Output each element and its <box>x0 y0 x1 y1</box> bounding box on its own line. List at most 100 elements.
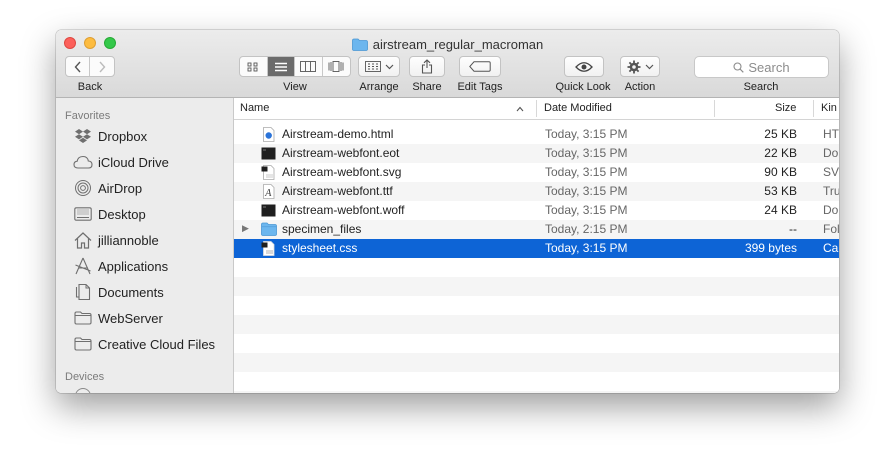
sidebar-item-webserver[interactable]: WebServer <box>73 307 163 329</box>
svg-file-icon <box>261 165 276 180</box>
window-title: airstream_regular_macroman <box>56 37 839 54</box>
sidebar-item-documents[interactable]: Documents <box>73 281 164 303</box>
sidebar-item-label: Desktop <box>98 206 146 222</box>
table-row[interactable]: A Airstream-webfont.ttf Today, 3:15 PM 5… <box>234 182 839 201</box>
table-row[interactable]: Airstream-webfont.svg Today, 3:15 PM 90 … <box>234 163 839 182</box>
airdrop-icon <box>73 179 93 197</box>
file-kind: Ca <box>823 241 839 255</box>
table-row[interactable]: Airstream-demo.html Today, 3:15 PM 25 KB… <box>234 125 839 144</box>
file-name: Airstream-webfont.ttf <box>282 184 393 198</box>
arrange-label: Arrange <box>359 81 399 93</box>
sidebar-item-label: iCloud Drive <box>98 154 169 170</box>
sidebar-item-label: Applications <box>98 258 169 274</box>
cover-flow-icon <box>328 61 344 72</box>
file-name: Airstream-webfont.eot <box>282 146 400 160</box>
table-row[interactable]: ▶ specimen_files Today, 2:15 PM -- Fol <box>234 220 839 239</box>
share-label: Share <box>412 81 442 93</box>
file-kind: SV <box>823 165 839 179</box>
chevron-right-icon <box>99 61 106 72</box>
column-view-button[interactable] <box>295 57 323 76</box>
file-size: 399 bytes <box>744 241 797 255</box>
share-icon <box>421 59 433 74</box>
home-icon <box>73 231 93 249</box>
search-label: Search <box>743 81 779 93</box>
file-date: Today, 3:15 PM <box>545 203 628 217</box>
empty-row <box>234 315 839 334</box>
file-size: 25 KB <box>764 127 797 141</box>
terminal-file-icon <box>261 203 276 218</box>
sidebar-item-label: WebServer <box>98 310 163 326</box>
folder-icon <box>73 309 93 327</box>
folder-icon <box>73 335 93 353</box>
html-file-icon <box>261 127 276 142</box>
file-kind: Do <box>823 203 839 217</box>
chevron-down-icon <box>385 64 393 69</box>
chevron-down-icon <box>645 64 653 69</box>
search-icon <box>733 61 745 73</box>
view-label: View <box>283 81 307 93</box>
file-kind: Tru <box>823 184 839 198</box>
file-kind: Fol <box>823 222 839 236</box>
search-placeholder: Search <box>748 59 790 75</box>
terminal-file-icon <box>261 146 276 161</box>
cover-flow-button[interactable] <box>323 57 350 76</box>
column-date-modified[interactable]: Date Modified <box>544 102 612 114</box>
sidebar-item-desktop[interactable]: Desktop <box>73 203 146 225</box>
column-kind[interactable]: Kin <box>821 102 837 114</box>
list-view-button[interactable] <box>267 57 295 76</box>
icon-grid-icon <box>247 62 258 71</box>
font-file-icon: A <box>261 184 276 199</box>
file-kind: Do <box>823 146 839 160</box>
arrange-button[interactable] <box>358 56 400 77</box>
edit-tags-button[interactable] <box>459 56 501 77</box>
favorites-heading: Favorites <box>65 110 111 122</box>
sidebar-item-label: Documents <box>98 284 164 300</box>
finder-window: airstream_regular_macroman Back View Arr… <box>56 30 839 393</box>
svg-text:A: A <box>264 188 272 199</box>
disclosure-triangle-icon[interactable]: ▶ <box>242 223 249 234</box>
file-name: Airstream-webfont.svg <box>282 165 402 179</box>
action-button[interactable] <box>620 56 660 77</box>
share-button[interactable] <box>409 56 445 77</box>
arrange-icon <box>364 61 381 72</box>
back-button[interactable] <box>66 57 91 76</box>
gear-icon <box>627 60 640 73</box>
toolbar: airstream_regular_macroman Back View Arr… <box>56 30 839 98</box>
column-name[interactable]: Name <box>240 102 269 114</box>
sidebar: Favorites Dropbox iCloud Drive AirDrop D… <box>56 98 234 393</box>
applications-icon <box>73 257 93 275</box>
devices-heading: Devices <box>65 371 105 383</box>
empty-row <box>234 353 839 372</box>
file-size: -- <box>789 222 797 236</box>
eye-icon <box>575 61 593 72</box>
icon-view-button[interactable] <box>240 57 268 76</box>
quick-look-button[interactable] <box>564 56 604 77</box>
file-size: 24 KB <box>764 203 797 217</box>
sidebar-item-jilliannoble[interactable]: jilliannoble <box>73 229 159 251</box>
sidebar-item-dropbox[interactable]: Dropbox <box>73 125 147 147</box>
file-date: Today, 2:15 PM <box>545 222 628 236</box>
sidebar-item-airdrop[interactable]: AirDrop <box>73 177 142 199</box>
table-row-selected[interactable]: stylesheet.css Today, 3:15 PM 399 bytes … <box>234 239 839 258</box>
sidebar-item-label: Creative Cloud Files <box>98 336 216 352</box>
edit-tags-label: Edit Tags <box>457 81 503 93</box>
quick-look-label: Quick Look <box>555 81 611 93</box>
forward-button[interactable] <box>90 57 114 76</box>
list-icon <box>274 62 287 71</box>
file-size: 22 KB <box>764 146 797 160</box>
column-size[interactable]: Size <box>775 102 796 114</box>
columns-icon <box>300 61 317 72</box>
table-row[interactable]: Airstream-webfont.eot Today, 3:15 PM 22 … <box>234 144 839 163</box>
sidebar-item-creative-cloud-files[interactable]: Creative Cloud Files <box>73 333 215 355</box>
folder-icon <box>351 38 368 54</box>
back-forward-control <box>65 56 115 77</box>
file-date: Today, 3:15 PM <box>545 165 628 179</box>
empty-row <box>234 391 839 393</box>
file-size: 90 KB <box>764 165 797 179</box>
search-field[interactable]: Search <box>694 56 829 78</box>
file-date: Today, 3:15 PM <box>545 184 628 198</box>
sidebar-item-icloud-drive[interactable]: iCloud Drive <box>73 151 169 173</box>
sidebar-item-applications[interactable]: Applications <box>73 255 168 277</box>
file-name: Airstream-demo.html <box>282 127 394 141</box>
table-row[interactable]: Airstream-webfont.woff Today, 3:15 PM 24… <box>234 201 839 220</box>
